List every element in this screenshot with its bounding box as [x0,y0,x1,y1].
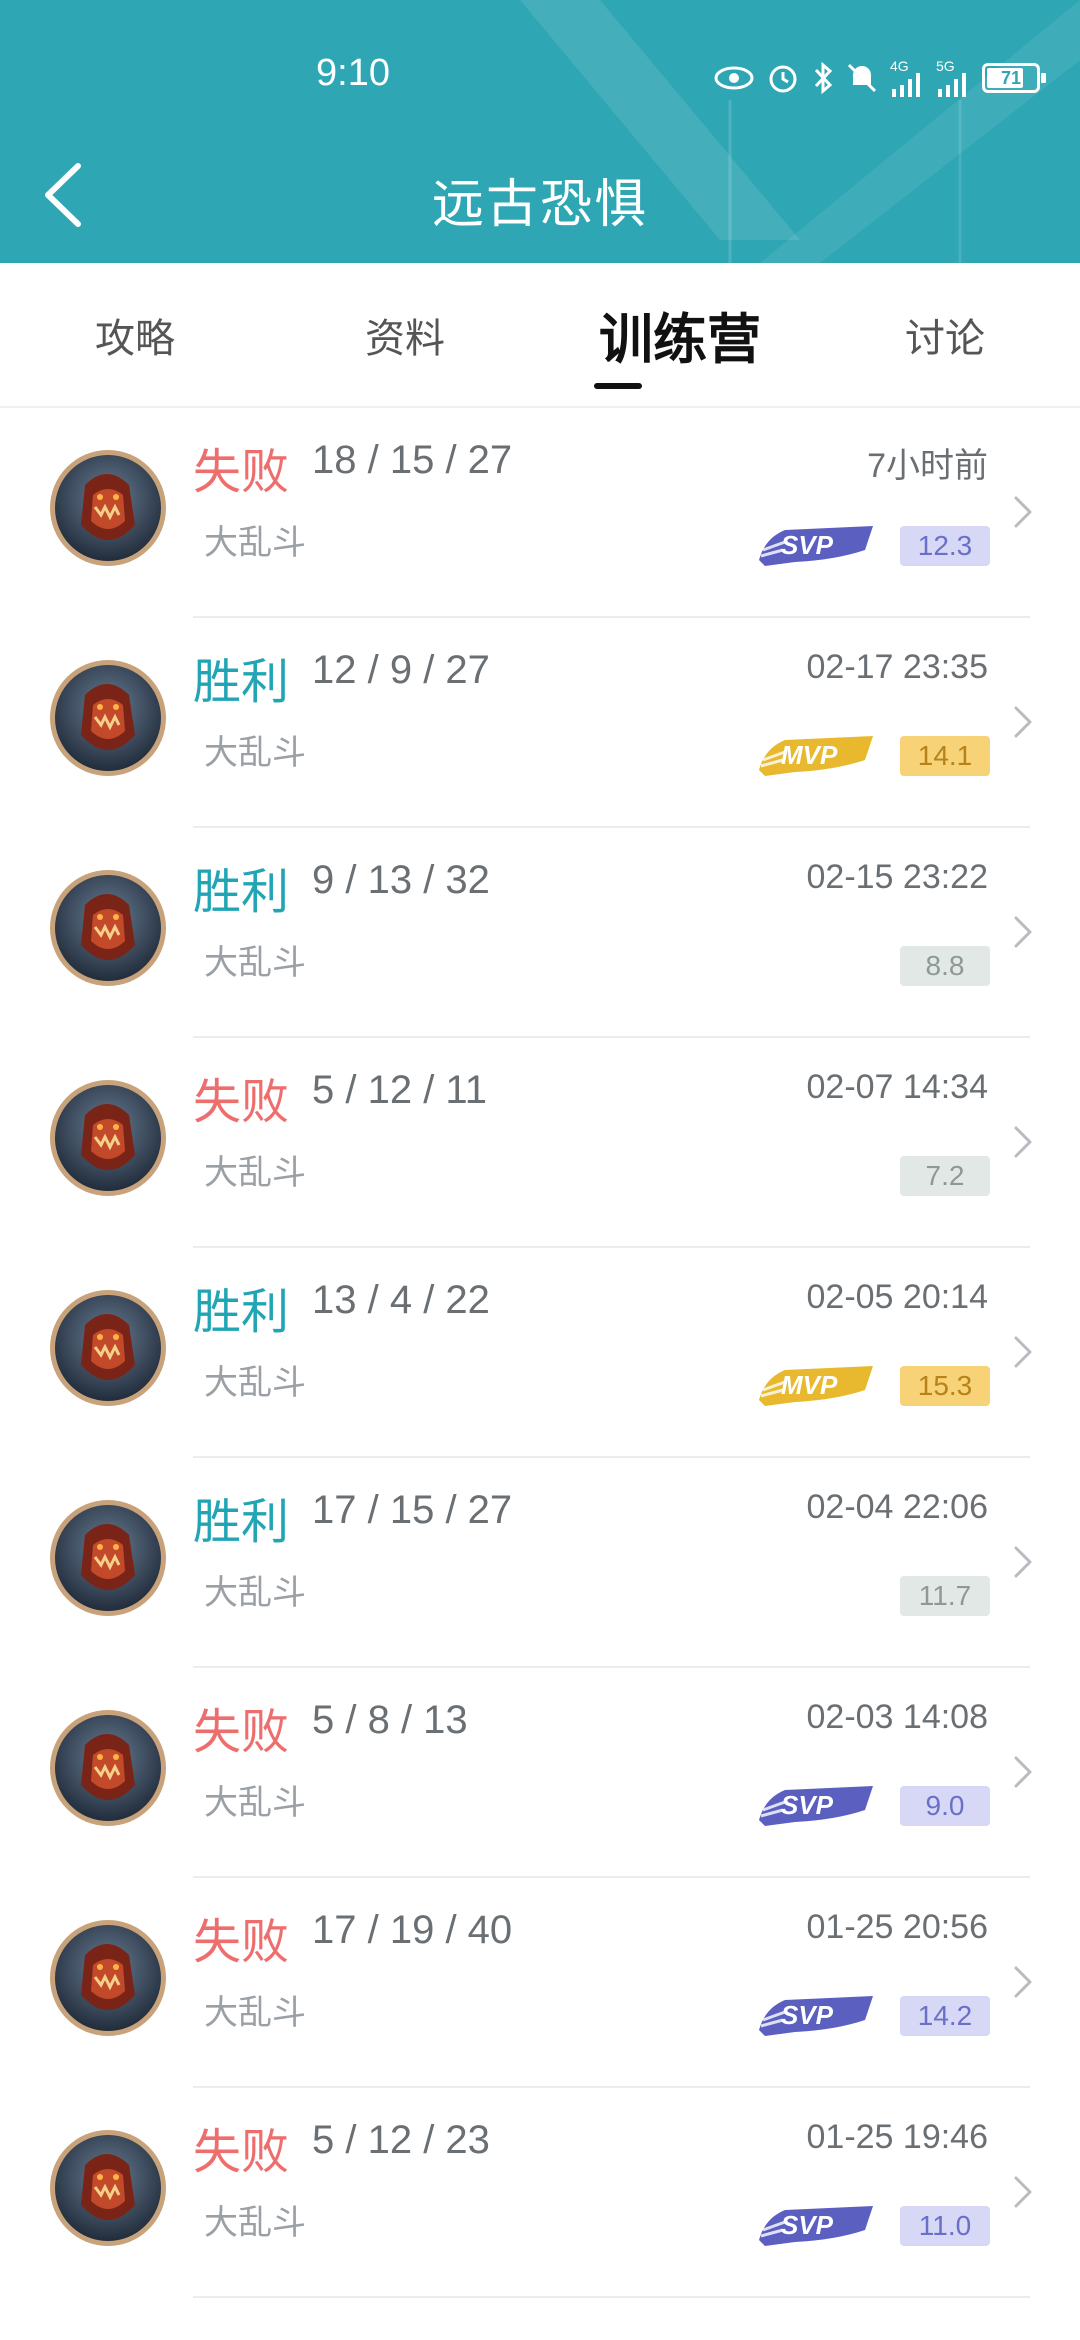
hero-avatar [50,1080,166,1196]
match-score: 7.2 [900,1156,990,1196]
hero-avatar [50,1500,166,1616]
row-divider [193,2296,1030,2298]
match-result: 胜利 [193,1494,290,1550]
svp-badge: SVP [755,2200,875,2248]
hero-avatar [50,450,166,566]
match-result: 失败 [193,1074,290,1130]
match-mode: 大乱斗 [204,1573,306,1613]
status-icons: 4G 5G 71 [714,50,1046,106]
hero-avatar [50,1920,166,2036]
match-mode: 大乱斗 [204,1153,306,1193]
match-time: 02-04 22:06 [806,1488,989,1526]
match-list: 失败 18 / 15 / 27 大乱斗 7小时前 SVP 12.3 胜利 12 … [0,408,1080,2298]
battery-icon: 71 [982,63,1046,93]
svp-badge: SVP [755,520,875,568]
hero-avatar [50,1710,166,1826]
bluetooth-icon [814,61,833,95]
match-row[interactable]: 胜利 12 / 9 / 27 大乱斗 02-17 23:35 MVP 14.1 [0,618,1080,828]
match-result: 失败 [193,444,290,500]
mute-bell-icon [847,63,877,93]
match-time: 01-25 20:56 [806,1908,989,1946]
match-result: 失败 [193,2124,290,2180]
match-mode: 大乱斗 [204,733,306,773]
match-result: 胜利 [193,864,290,920]
hero-avatar [50,2130,166,2246]
match-kda: 17 / 19 / 40 [312,1908,513,1952]
chevron-right-icon [1014,1126,1032,1158]
chevron-right-icon [1014,1546,1032,1578]
match-score: 15.3 [900,1366,990,1406]
match-score: 9.0 [900,1786,990,1826]
match-time: 01-25 19:46 [806,2118,989,2156]
hero-avatar [50,1290,166,1406]
match-score: 14.2 [900,1996,990,2036]
match-row[interactable]: 失败 5 / 8 / 13 大乱斗 02-03 14:08 SVP 9.0 [0,1668,1080,1878]
svp-badge: SVP [755,1780,875,1828]
match-row[interactable]: 失败 5 / 12 / 23 大乱斗 01-25 19:46 SVP 11.0 [0,2088,1080,2298]
match-row[interactable]: 失败 18 / 15 / 27 大乱斗 7小时前 SVP 12.3 [0,408,1080,618]
chevron-right-icon [1014,496,1032,528]
match-score: 8.8 [900,946,990,986]
active-tab-indicator [594,383,642,389]
match-kda: 9 / 13 / 32 [312,858,490,902]
svp-badge: SVP [755,1990,875,2038]
match-mode: 大乱斗 [204,2203,306,2243]
match-row[interactable]: 胜利 13 / 4 / 22 大乱斗 02-05 20:14 MVP 15.3 [0,1248,1080,1458]
match-score: 12.3 [900,526,990,566]
match-kda: 5 / 8 / 13 [312,1698,468,1742]
match-kda: 17 / 15 / 27 [312,1488,513,1532]
chevron-right-icon [1014,1756,1032,1788]
tab-discussion[interactable]: 讨论 [850,263,1040,406]
header-bar: 9:10 4G 5G 71 远古恐惧 [0,0,1080,263]
match-mode: 大乱斗 [204,1993,306,2033]
hero-avatar [50,870,166,986]
match-kda: 12 / 9 / 27 [312,648,490,692]
match-row[interactable]: 胜利 9 / 13 / 32 大乱斗 02-15 23:22 8.8 [0,828,1080,1038]
match-row[interactable]: 失败 17 / 19 / 40 大乱斗 01-25 20:56 SVP 14.2 [0,1878,1080,2088]
chevron-right-icon [1014,916,1032,948]
mvp-badge: MVP [755,730,875,778]
chevron-right-icon [1014,1966,1032,1998]
match-mode: 大乱斗 [204,1783,306,1823]
match-mode: 大乱斗 [204,1363,306,1403]
tab-bar: 攻略 资料 训练营 讨论 [0,263,1080,408]
match-score: 11.7 [900,1576,990,1616]
chevron-right-icon [1014,1336,1032,1368]
match-score: 11.0 [900,2206,990,2246]
chevron-right-icon [1014,2176,1032,2208]
eye-icon [714,66,754,90]
match-time: 02-15 23:22 [806,858,989,896]
page-title: 远古恐惧 [431,175,648,235]
signal-5g-icon: 5G [936,59,970,97]
chevron-right-icon [1014,706,1032,738]
match-mode: 大乱斗 [204,523,306,563]
match-result: 失败 [193,1704,290,1760]
tab-info[interactable]: 资料 [310,263,500,406]
match-kda: 18 / 15 / 27 [312,438,513,482]
match-row[interactable]: 胜利 17 / 15 / 27 大乱斗 02-04 22:06 11.7 [0,1458,1080,1668]
match-time: 02-05 20:14 [806,1278,989,1316]
match-row[interactable]: 失败 5 / 12 / 11 大乱斗 02-07 14:34 7.2 [0,1038,1080,1248]
match-result: 胜利 [193,1284,290,1340]
status-time: 9:10 [316,52,390,94]
match-time: 7小时前 [867,447,988,485]
tab-guide[interactable]: 攻略 [40,263,230,406]
match-time: 02-17 23:35 [806,648,989,686]
signal-4g-icon: 4G [890,59,924,97]
alarm-icon [769,65,797,93]
match-kda: 5 / 12 / 11 [312,1068,487,1112]
match-result: 胜利 [193,654,290,710]
match-time: 02-03 14:08 [806,1698,989,1736]
match-score: 14.1 [900,736,990,776]
match-result: 失败 [193,1914,290,1970]
match-kda: 13 / 4 / 22 [312,1278,490,1322]
match-kda: 5 / 12 / 23 [312,2118,490,2162]
battery-level: 71 [1000,68,1022,88]
match-time: 02-07 14:34 [806,1068,989,1106]
mvp-badge: MVP [755,1360,875,1408]
match-mode: 大乱斗 [204,943,306,983]
hero-avatar [50,660,166,776]
